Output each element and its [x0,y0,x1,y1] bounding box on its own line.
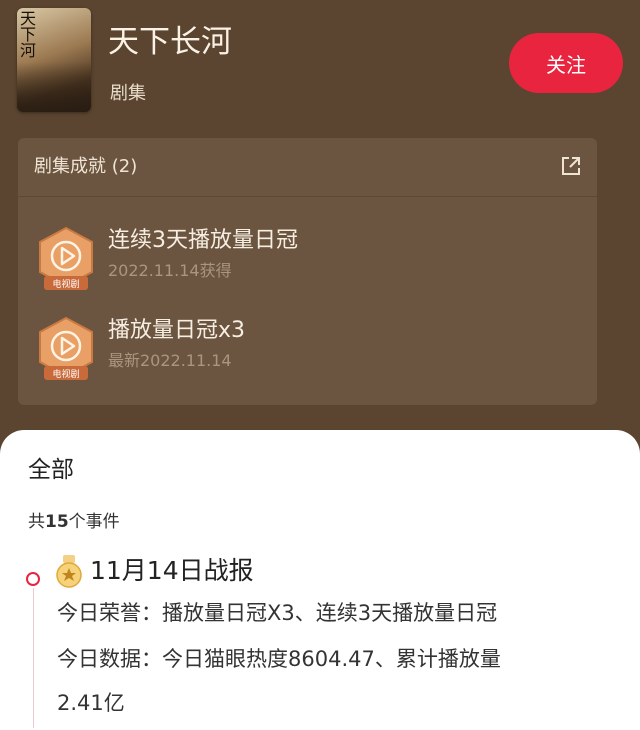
show-type-label: 剧集 [110,83,146,104]
event-count-prefix: 共 [28,512,45,532]
achievement-date: 最新2022.11.14 [108,351,232,370]
follow-button[interactable]: 关注 [509,33,623,93]
show-poster[interactable]: 天下河 [17,8,91,112]
medal-icon [56,555,82,588]
event-data-cont: 2.41亿 [57,691,125,715]
event-count-value: 15 [45,512,69,532]
external-link-icon[interactable] [559,154,583,178]
show-title: 天下长河 [108,24,232,60]
achievements-card: 剧集成就 (2) 电视剧 连续3天播放量日冠 2022.11.14获得 电视剧 … [18,138,597,405]
tab-all[interactable]: 全部 [28,454,74,486]
event-title[interactable]: 11月14日战报 [90,554,254,588]
achievement-item[interactable]: 电视剧 连续3天播放量日冠 2022.11.14获得 [18,220,597,300]
timeline-line [33,588,34,728]
achievement-item[interactable]: 电视剧 播放量日冠x3 最新2022.11.14 [18,310,597,390]
achievements-header[interactable]: 剧集成就 (2) [18,138,597,197]
achievements-title: 剧集成就 (2) [34,156,138,177]
event-count: 共15个事件 [28,510,120,534]
show-header: 天下河 天下长河 剧集 关注 [0,0,640,130]
event-count-suffix: 个事件 [68,512,120,532]
event-honors: 今日荣誉：播放量日冠X3、连续3天播放量日冠 [57,601,498,625]
achievement-name: 连续3天播放量日冠 [108,228,298,253]
badge-tag: 电视剧 [52,368,79,380]
events-sheet: 全部 共15个事件 11月14日战报 今日荣誉：播放量日冠X3、连续3天播放量日… [0,430,640,730]
play-badge-icon: 电视剧 [39,316,93,380]
play-badge-icon: 电视剧 [39,226,93,290]
event-data: 今日数据：今日猫眼热度8604.47、累计播放量 [57,647,501,671]
timeline-dot [26,572,40,586]
poster-landscape [17,62,91,112]
poster-calligraphy: 天下河 [20,9,37,60]
badge-tag: 电视剧 [52,278,79,290]
achievement-date: 2022.11.14获得 [108,261,232,280]
achievement-name: 播放量日冠x3 [108,318,246,343]
